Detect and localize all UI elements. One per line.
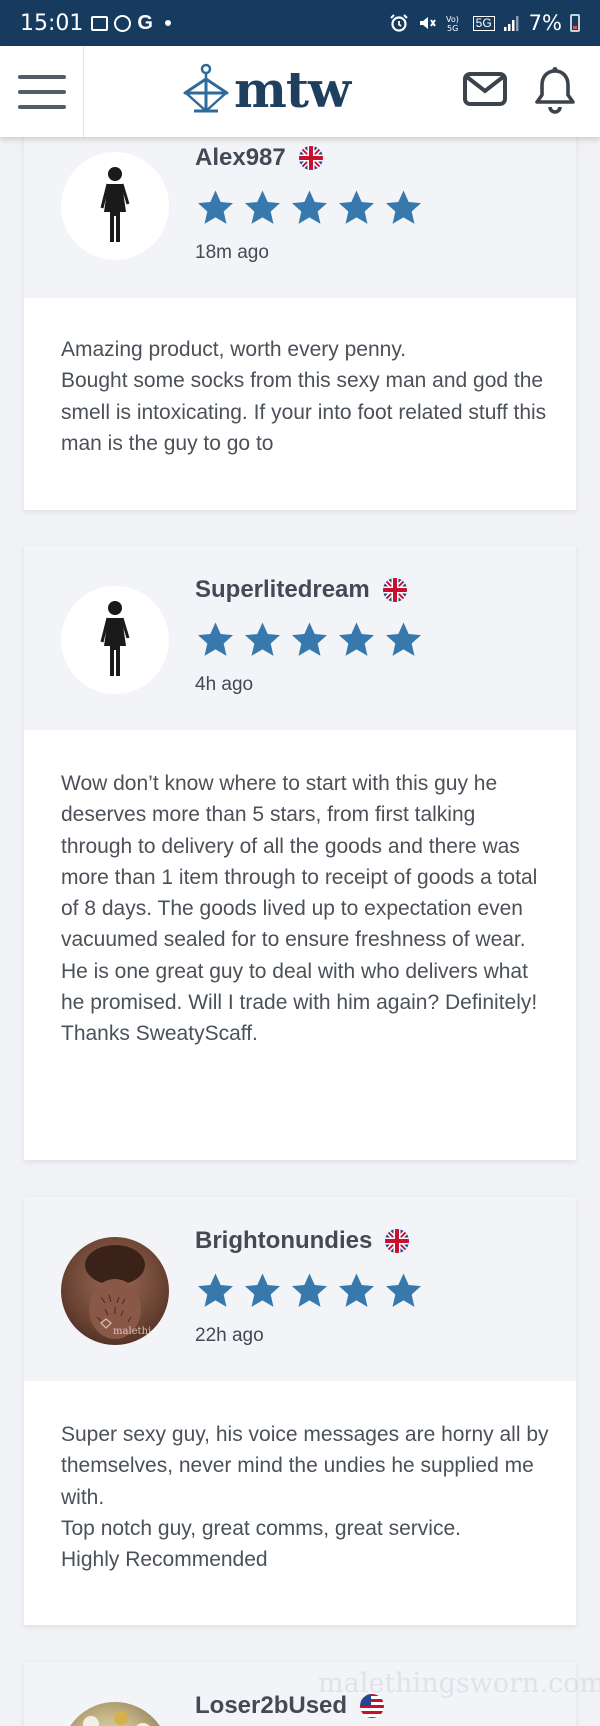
star-icon — [198, 190, 233, 224]
status-time: 15:01 — [20, 10, 84, 36]
review-card: Superlitedream 4h ago Wow don’t know whe… — [24, 546, 576, 1160]
star-icon — [386, 622, 421, 656]
more-notifications-icon — [164, 20, 171, 26]
reviewer-username[interactable]: Superlitedream — [195, 576, 370, 604]
star-icon — [245, 622, 280, 656]
app-header: mtw — [0, 46, 600, 137]
star-icon — [245, 190, 280, 224]
uk-flag-icon — [382, 578, 407, 602]
review-text: Wow don’t know where to start with this … — [61, 772, 538, 1046]
battery-percent: 7% — [528, 11, 562, 35]
uk-flag-icon — [298, 146, 323, 170]
site-watermark: malethingsworn.com — [318, 1668, 600, 1699]
review-time: 22h ago — [195, 1325, 264, 1346]
review-header: Alex987 18m ago — [24, 126, 576, 298]
review-header: Superlitedream 4h ago — [24, 546, 576, 730]
messages-icon[interactable] — [462, 68, 508, 110]
star-rating — [195, 620, 424, 660]
site-logo[interactable]: mtw — [182, 60, 351, 119]
star-icon — [386, 1273, 421, 1307]
review-card: Alex987 18m ago Amazing product, worth e… — [24, 126, 576, 510]
google-notification-icon: G — [137, 11, 153, 34]
review-time: 18m ago — [195, 242, 269, 263]
logo-text: mtw — [234, 60, 351, 119]
review-text: Super sexy guy, his voice messages are h… — [61, 1423, 549, 1572]
network-type-label: 5G — [472, 15, 495, 31]
review-card: malethi Brightonundies 22h ago Super sex… — [24, 1197, 576, 1625]
star-icon — [292, 1273, 327, 1307]
star-icon — [339, 622, 374, 656]
star-icon — [292, 190, 327, 224]
avatar-photo[interactable]: malethi — [61, 1237, 169, 1345]
signal-icon — [503, 16, 519, 31]
star-icon — [292, 622, 327, 656]
avatar-photo[interactable] — [61, 1702, 169, 1726]
avatar-photo-image: malethi — [85, 1245, 151, 1339]
reviewer-username[interactable]: Brightonundies — [195, 1227, 372, 1255]
review-header: malethi Brightonundies 22h ago — [24, 1197, 576, 1381]
star-icon — [339, 190, 374, 224]
avatar[interactable] — [61, 152, 169, 260]
star-icon — [198, 622, 233, 656]
battery-icon — [570, 14, 580, 32]
review-time: 4h ago — [195, 674, 254, 695]
hanger-logo-icon — [183, 63, 229, 113]
star-rating — [195, 1271, 424, 1311]
volte-icon: Vo)5G — [446, 15, 459, 33]
status-bar: 15:01 G Vo) 5G 5G 7% — [0, 0, 600, 46]
star-icon — [339, 1273, 374, 1307]
notifications-bell-icon[interactable] — [533, 66, 577, 114]
whatsapp-notification-icon — [114, 14, 132, 32]
review-text: Amazing product, worth every penny. Boug… — [61, 338, 547, 455]
star-icon — [245, 1273, 280, 1307]
svg-text:5G: 5G — [447, 24, 458, 33]
avatar-photo-image — [83, 1711, 150, 1726]
female-silhouette-icon — [100, 167, 130, 242]
uk-flag-icon — [385, 1229, 410, 1253]
avatar[interactable] — [61, 586, 169, 694]
star-icon — [198, 1273, 233, 1307]
mute-icon — [419, 17, 436, 29]
reviewer-username[interactable]: Alex987 — [195, 144, 286, 172]
star-icon — [386, 190, 421, 224]
star-rating — [195, 188, 424, 228]
gallery-notification-icon — [91, 15, 109, 31]
alarm-icon — [389, 14, 408, 32]
svg-text:Vo): Vo) — [446, 15, 459, 24]
avatar-watermark: malethi — [113, 1326, 151, 1337]
menu-button[interactable] — [0, 46, 84, 137]
female-silhouette-icon — [100, 601, 130, 676]
